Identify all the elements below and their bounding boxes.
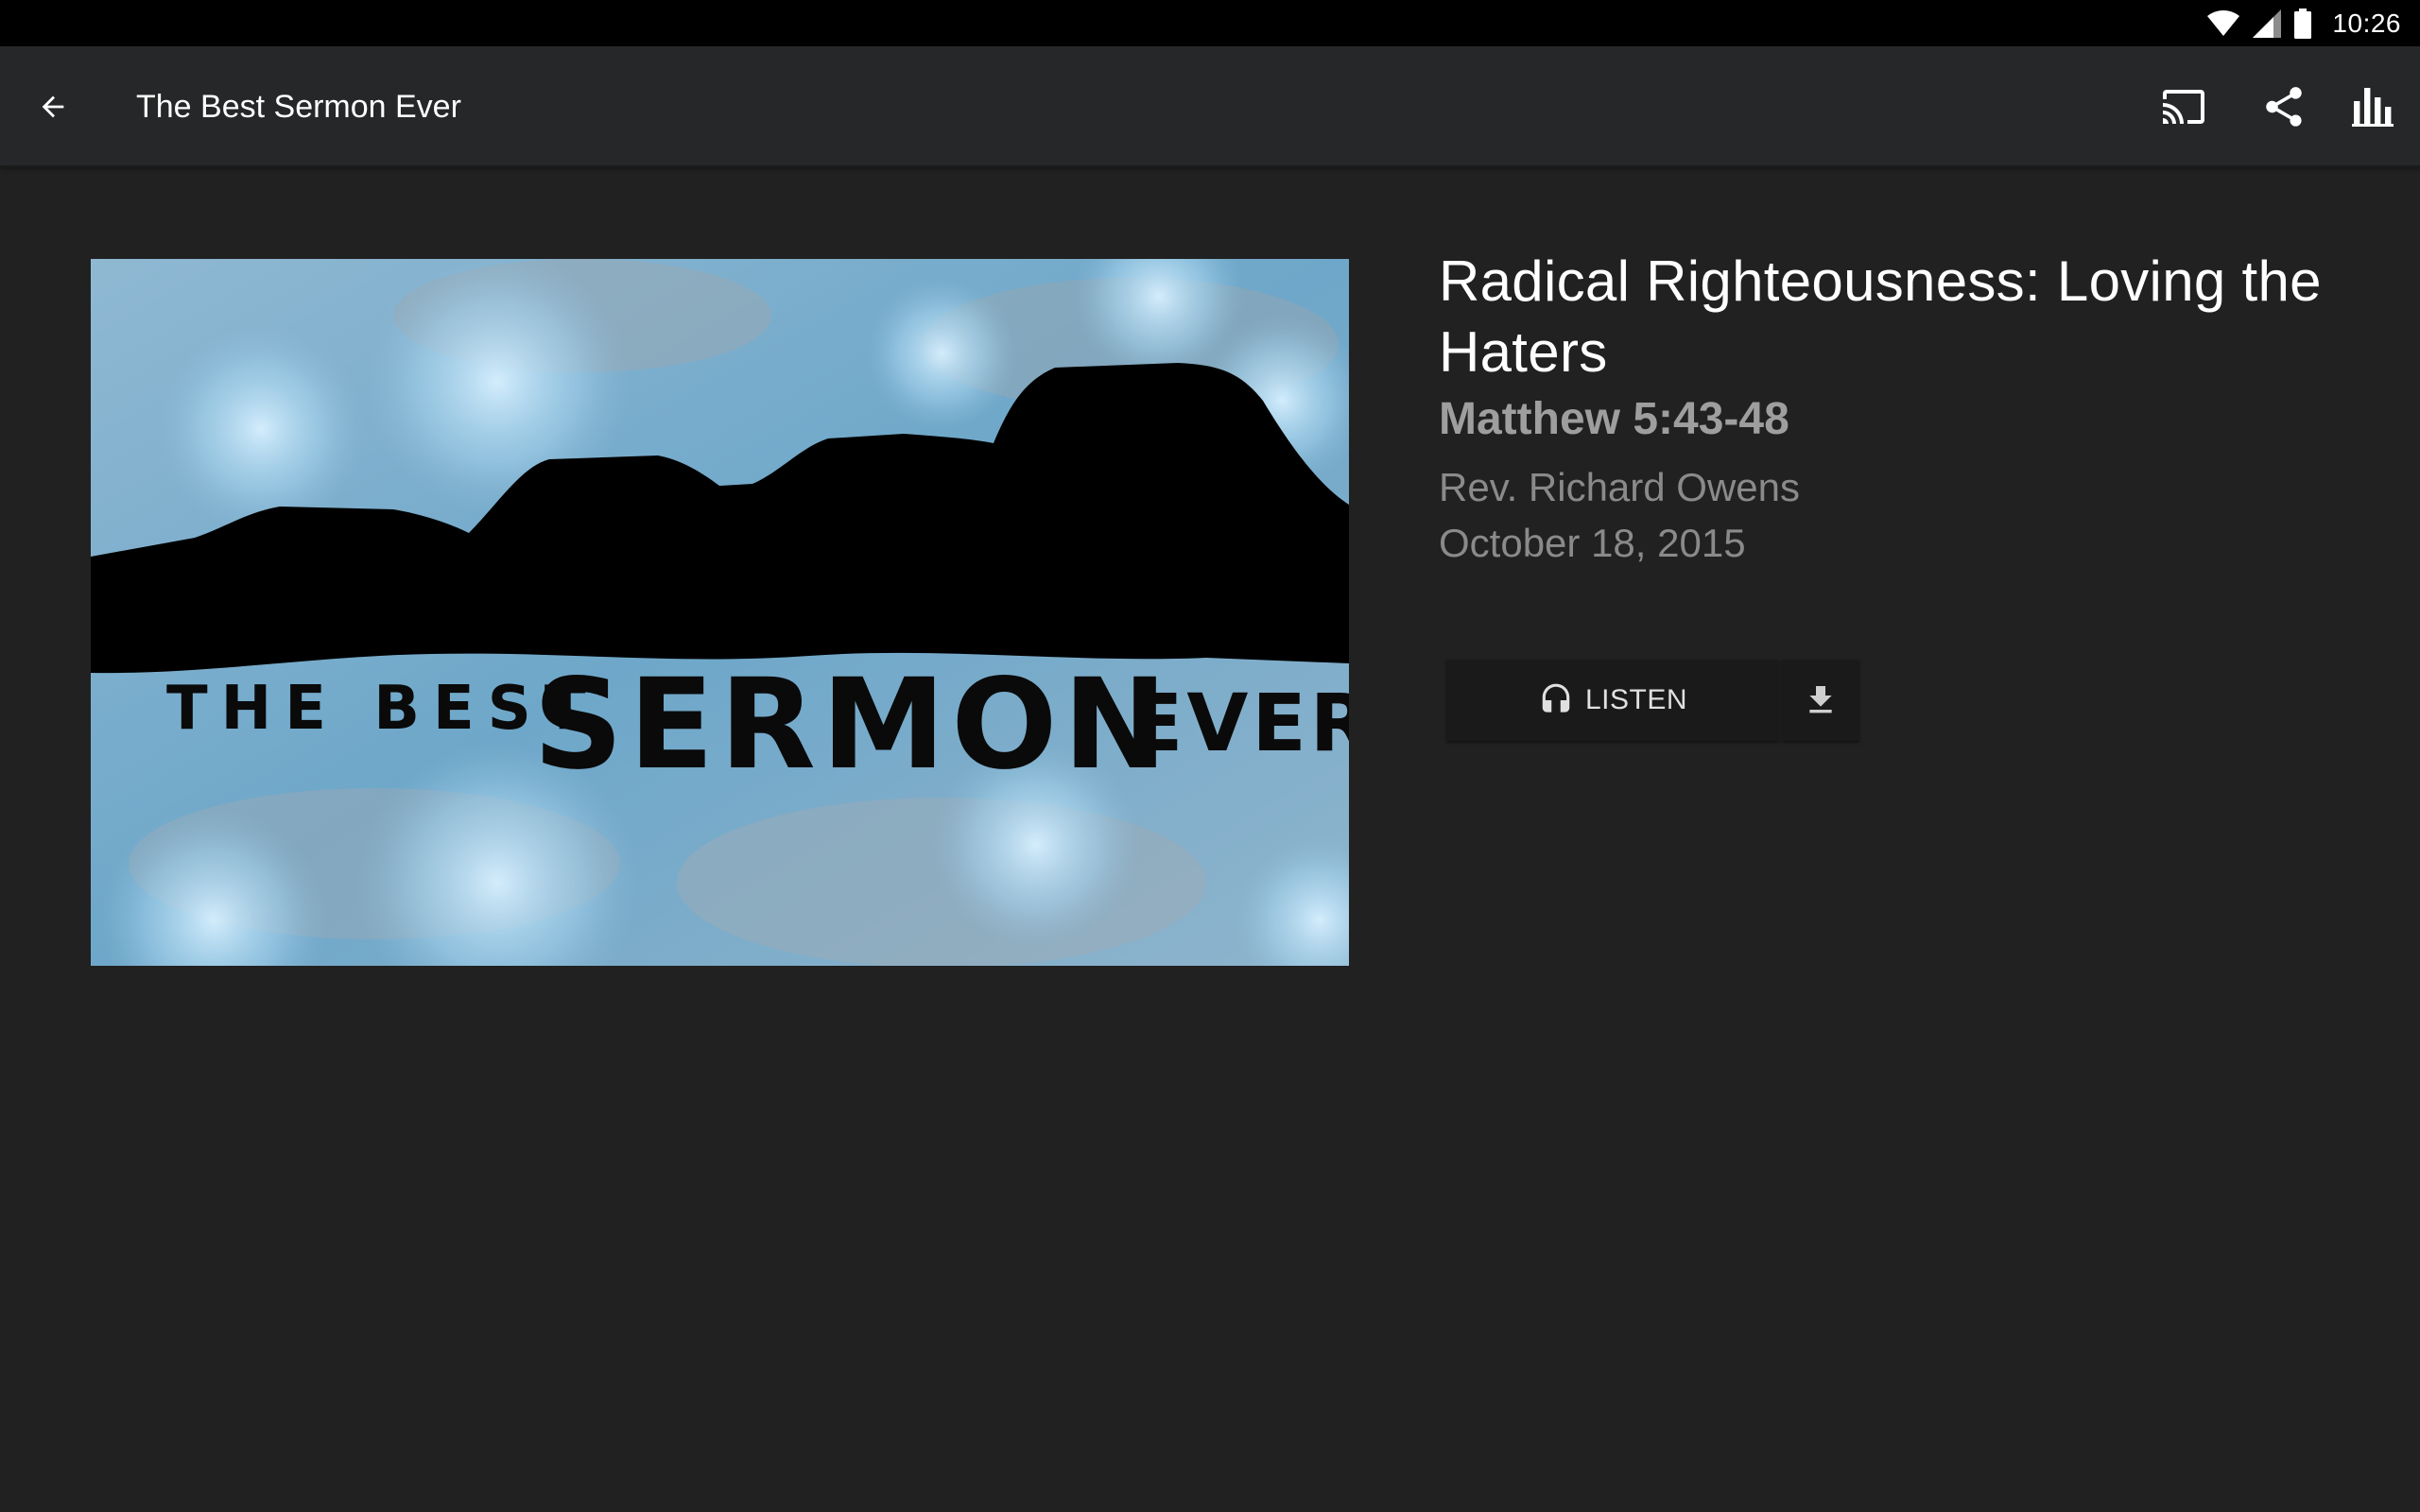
listen-label: LISTEN: [1584, 684, 1688, 715]
artwork-graphic: THE BEST SERMON EVER: [91, 259, 1349, 966]
cell-signal-icon: [2253, 9, 2282, 38]
download-icon: [1809, 686, 1832, 713]
sermon-date: October 18, 2015: [1439, 521, 1746, 565]
battery-icon: [2294, 8, 2312, 39]
sermon-details: Radical Righteousness: Loving the Haters…: [1439, 246, 2346, 571]
bar-chart-icon: [2352, 88, 2394, 127]
arrow-left-icon: [42, 95, 64, 118]
artwork-text-ever: EVER: [1129, 677, 1349, 769]
listen-button[interactable]: LISTEN: [1446, 660, 1779, 741]
scripture-reference: Matthew 5:43-48: [1439, 394, 1789, 444]
download-button[interactable]: [1782, 660, 1859, 741]
wifi-icon: [2207, 9, 2240, 36]
headphones-icon: [1542, 683, 1570, 713]
status-time: 10:26: [2332, 8, 2401, 38]
app-bar: The Best Sermon Ever: [0, 46, 2420, 167]
action-button-row: LISTEN: [1446, 660, 1859, 741]
back-button[interactable]: [23, 77, 83, 137]
artwork-text-sermon: SERMON: [533, 652, 1173, 798]
sermon-title: Radical Righteousness: Loving the Haters: [1439, 249, 2322, 384]
speaker-name: Rev. Richard Owens: [1439, 465, 1801, 509]
share-button[interactable]: [2252, 75, 2316, 139]
stats-button[interactable]: [2342, 75, 2407, 139]
sermon-artwork: THE BEST SERMON EVER: [91, 259, 1349, 966]
app-title: The Best Sermon Ever: [136, 89, 461, 125]
share-icon: [2266, 87, 2302, 127]
status-bar: 10:26: [0, 0, 2420, 46]
cast-icon: [2163, 90, 2204, 124]
cast-button[interactable]: [2152, 75, 2216, 139]
